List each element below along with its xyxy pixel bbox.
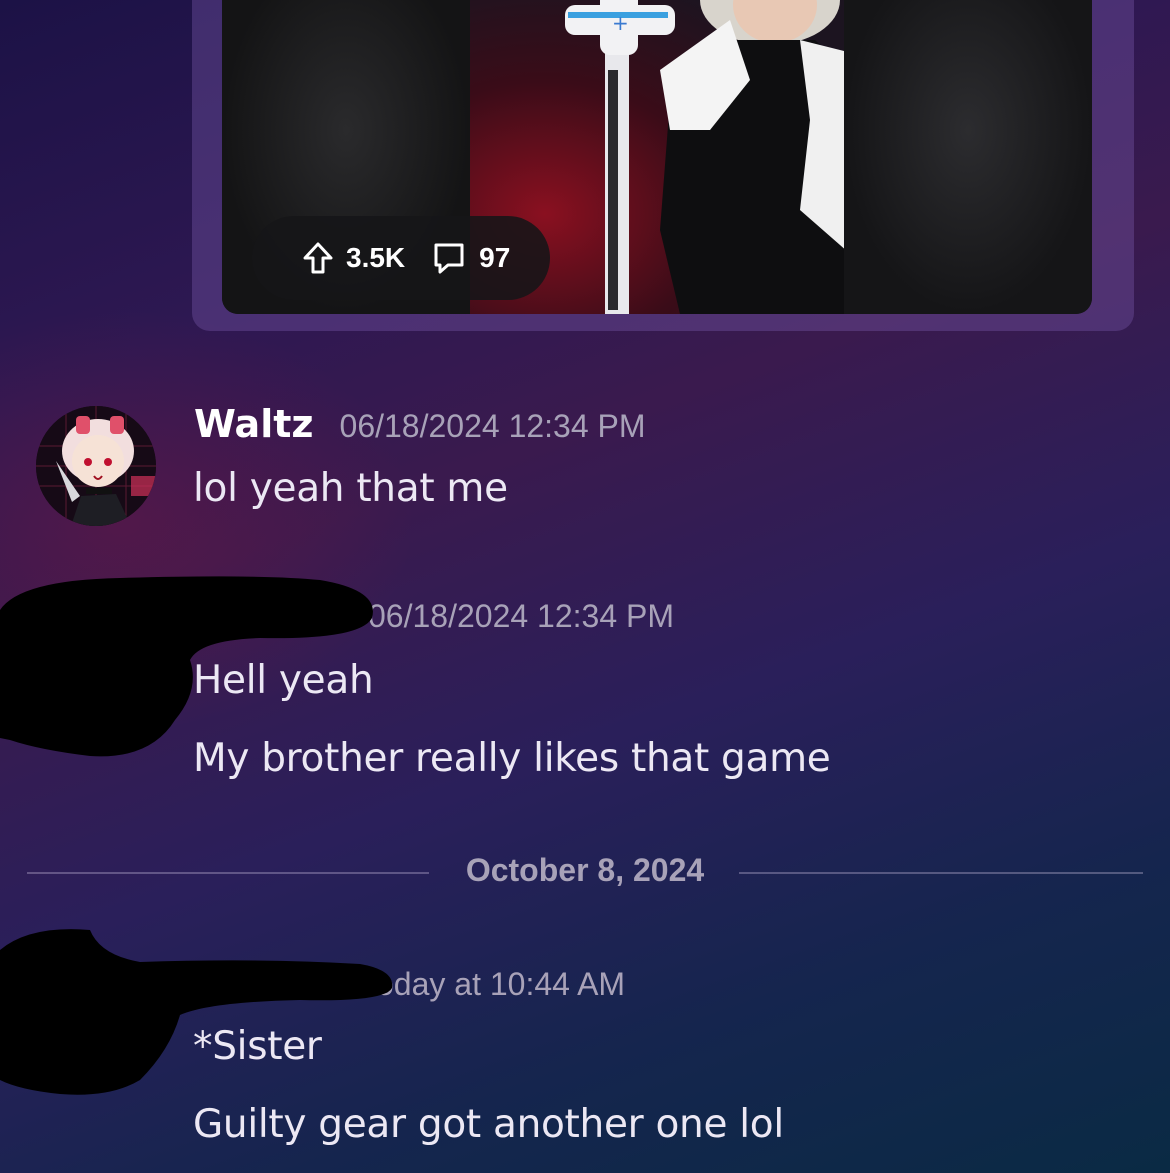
- avatar-image-icon: [36, 406, 156, 526]
- embed-media[interactable]: + 3.5K 97: [222, 0, 1092, 314]
- embed-card[interactable]: + 3.5K 97: [192, 0, 1134, 331]
- message-timestamp: 06/18/2024 12:34 PM: [368, 598, 675, 634]
- message-timestamp: 06/18/2024 12:34 PM: [339, 408, 646, 444]
- svg-text:+: +: [612, 11, 629, 35]
- post-stats: 3.5K 97: [252, 216, 550, 300]
- message-header: Waltz 06/18/2024 12:34 PM: [194, 402, 646, 446]
- username[interactable]: Waltz: [194, 402, 314, 446]
- date-divider: October 8, 2024: [27, 852, 1143, 894]
- comment-count: 97: [479, 242, 511, 273]
- embed-blur-right: [844, 0, 1092, 314]
- redaction-mark: [0, 929, 393, 1095]
- upvote-stat[interactable]: 3.5K: [302, 241, 405, 275]
- message-text: lol yeah that me: [193, 466, 508, 511]
- redaction-mark: [0, 576, 373, 757]
- date-divider-label: October 8, 2024: [465, 852, 705, 888]
- avatar[interactable]: [36, 406, 156, 526]
- message-header: 06/18/2024 12:34 PM: [368, 598, 674, 635]
- comment-stat[interactable]: 97: [431, 240, 510, 276]
- upvote-count: 3.5K: [346, 242, 406, 273]
- arrow-up-icon: [303, 242, 333, 274]
- comment-bubble-icon: [434, 243, 464, 274]
- message-text: Guilty gear got another one lol: [193, 1102, 784, 1147]
